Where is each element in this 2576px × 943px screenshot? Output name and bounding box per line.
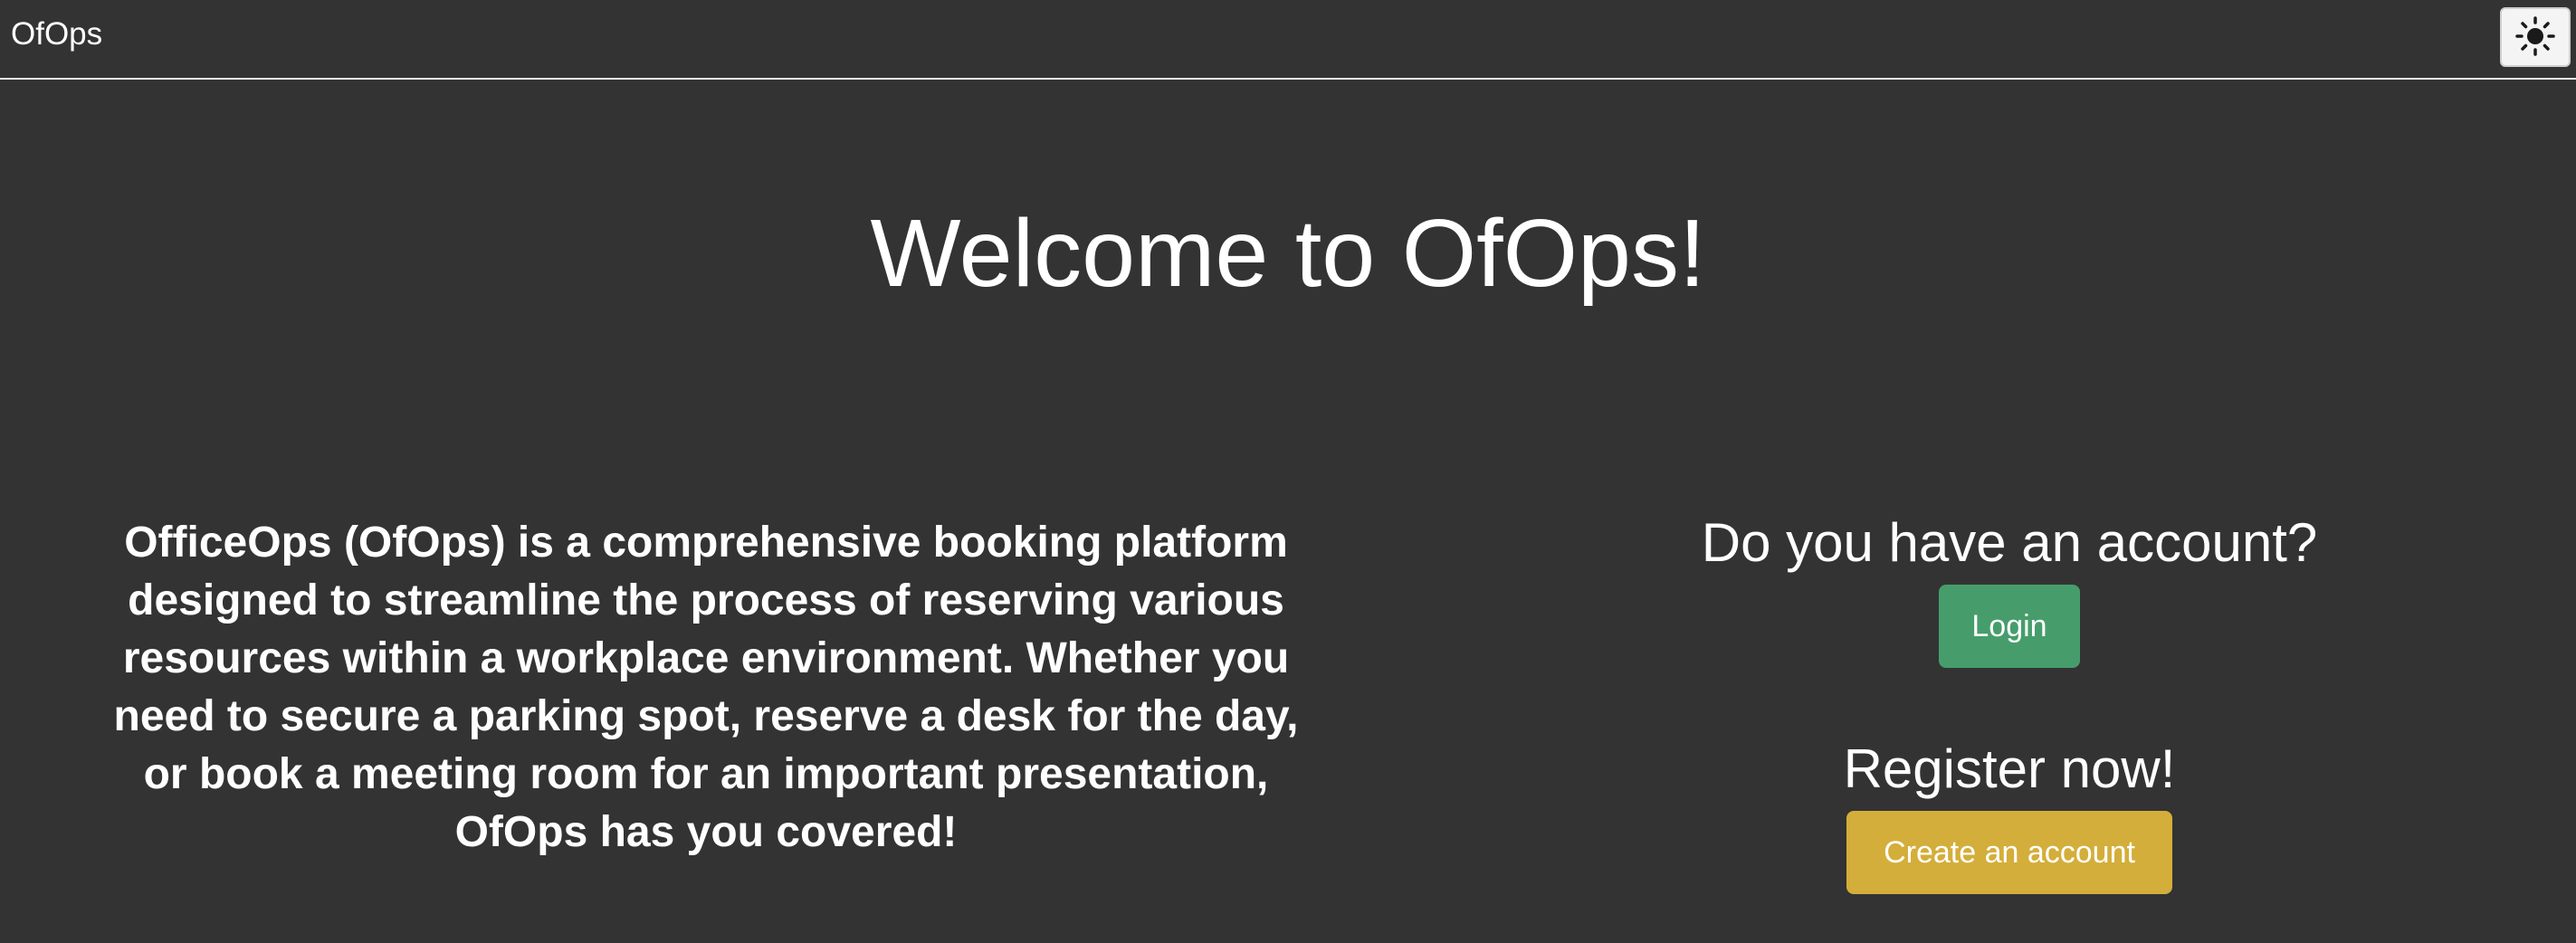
create-account-button[interactable]: Create an account [1846, 811, 2172, 894]
register-block: Register now! Create an account [1557, 733, 2462, 894]
login-button[interactable]: Login [1939, 585, 2080, 668]
login-block: Do you have an account? Login [1557, 507, 2462, 668]
brand-link[interactable]: OfOps [11, 13, 102, 56]
top-navbar: OfOps [0, 0, 2576, 80]
sun-icon [2515, 15, 2555, 59]
page-title: Welcome to OfOps! [870, 200, 1706, 307]
platform-description: OfficeOps (OfOps) is a comprehensive boo… [113, 519, 1299, 856]
account-panel: Do you have an account? Login Register n… [1557, 507, 2462, 894]
theme-toggle-button[interactable] [2500, 7, 2571, 67]
login-prompt: Do you have an account? [1701, 512, 2318, 573]
register-prompt: Register now! [1843, 738, 2176, 799]
